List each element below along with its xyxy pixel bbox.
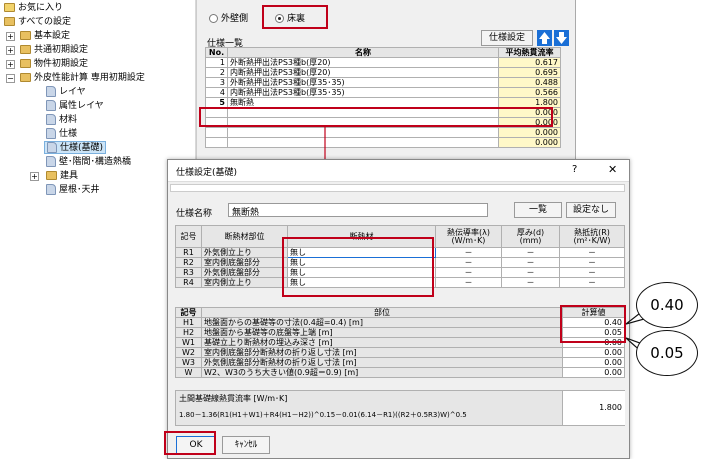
tree-item-roof[interactable]: 屋根･天井 xyxy=(46,184,100,197)
document-icon xyxy=(46,128,56,139)
col-value: 平均熱貫流率 xyxy=(498,47,561,58)
tree-item-property[interactable]: + 物件初期設定 xyxy=(6,58,88,71)
table-row[interactable]: 1 外断熱押出法PS3種b(厚20) 0.617 xyxy=(205,57,561,68)
help-button[interactable]: ? xyxy=(572,164,577,175)
close-icon[interactable]: ✕ xyxy=(608,163,617,176)
document-icon xyxy=(46,114,56,125)
table-row: H2 地盤面から基礎等の底盤等上端 [m] 0.05 xyxy=(175,327,625,338)
table-row[interactable]: 3 外断熱押出法PS3種b(厚35･35) 0.488 xyxy=(205,77,561,88)
formula-block: 土間基礎線熱貫流率 [W/m･K] 1.80－1.36(R1(H1＋W1)＋R4… xyxy=(175,390,625,426)
no-setting-button[interactable]: 設定なし xyxy=(566,202,616,218)
table-row: W1 基礎立上り断熱材の埋込み深さ [m] 0.00 xyxy=(175,337,625,348)
folder-icon xyxy=(20,45,31,54)
formula-value: 1.800 xyxy=(562,391,625,425)
dimension-table: 記号 部位 計算値 H1 地盤面からの基礎等の寸法(0.4超=0.4) [m] … xyxy=(175,307,625,378)
tree-item-layer[interactable]: レイヤ xyxy=(46,86,86,99)
spec-name-label: 仕様名称 xyxy=(176,209,213,219)
table-row: W W2、W3のうち大きい値(0.9超＝0.9) [m] 0.00 xyxy=(175,367,625,378)
collapse-minus-icon[interactable]: − xyxy=(6,74,15,83)
folder-icon xyxy=(20,59,31,68)
table-row[interactable]: 0.000 xyxy=(205,137,561,148)
document-icon xyxy=(46,86,56,97)
tree-item-basic[interactable]: + 基本設定 xyxy=(6,30,70,43)
tree-item-envelope[interactable]: − 外皮性能計算 専用初期設定 xyxy=(6,72,145,85)
spec-list-table: No. 名称 平均熱貫流率 1 外断熱押出法PS3種b(厚20) 0.617 2… xyxy=(205,47,561,148)
table-row[interactable]: 0.000 xyxy=(205,127,561,138)
formula-text: 1.80－1.36(R1(H1＋W1)＋R4(H1－H2))^0.15－0.01… xyxy=(179,411,467,419)
document-icon xyxy=(47,142,57,153)
tree-item-spec-foundation[interactable]: 仕様(基礎) xyxy=(44,141,107,154)
folder-icon xyxy=(20,31,31,40)
highlight-calc-values xyxy=(560,305,626,343)
cancel-button[interactable]: ｷｬﾝｾﾙ xyxy=(222,436,270,454)
tree-item-material[interactable]: 材料 xyxy=(46,114,77,127)
spec-name-field[interactable]: 無断熱 xyxy=(228,203,488,218)
tree-item-wall[interactable]: 壁･階間･構造熱橋 xyxy=(46,156,131,169)
folder-open-icon xyxy=(20,73,31,82)
col-no: No. xyxy=(205,47,228,58)
tree-item-spec[interactable]: 仕様 xyxy=(46,128,77,141)
table-row-selected[interactable]: 5 無断熱 1.800 xyxy=(205,97,561,108)
folder-icon xyxy=(4,17,15,26)
table-row: W3 外気側底盤部分断熱材の折り返し寸法 [m] 0.00 xyxy=(175,357,625,368)
table-row: W2 室内側底盤部分断熱材の折り返し寸法 [m] 0.00 xyxy=(175,347,625,358)
tree-item-all-settings[interactable]: すべての設定 xyxy=(4,16,71,29)
expand-plus-icon[interactable]: + xyxy=(6,46,15,55)
callout-value-bottom: 0.05 xyxy=(636,330,698,376)
folder-icon xyxy=(46,171,57,180)
document-icon xyxy=(46,100,56,111)
document-icon xyxy=(46,156,56,167)
dialog-title: 仕様設定(基礎) xyxy=(176,168,238,178)
tree-item-attr-layer[interactable]: 属性レイヤ xyxy=(46,100,104,113)
list-button[interactable]: 一覧 xyxy=(514,202,562,218)
star-folder-icon xyxy=(4,3,15,12)
radio-icon xyxy=(209,14,218,23)
highlight-ok-button xyxy=(164,431,216,455)
highlight-floor-back xyxy=(262,5,328,29)
dialog-title-bar: 仕様設定(基礎) ? ✕ xyxy=(168,160,629,182)
table-row: H1 地盤面からの基礎等の寸法(0.4超=0.4) [m] 0.40 xyxy=(175,317,625,328)
tree-item-fittings[interactable]: + 建具 xyxy=(30,170,78,183)
spec-panel: 外壁側 床裏 仕様一覧 仕様設定 No. 名称 平均熱貫流率 1 外断熱押出法P… xyxy=(196,0,576,170)
table-row[interactable]: 4 内断熱押出法PS3種b(厚35･35) 0.566 xyxy=(205,87,561,98)
document-icon xyxy=(46,184,56,195)
radio-outer-wall[interactable]: 外壁側 xyxy=(209,11,248,24)
highlight-insulation-column xyxy=(282,237,434,297)
callout-value-top: 0.40 xyxy=(636,282,698,328)
move-down-icon[interactable] xyxy=(554,30,569,46)
dialog-toolbar-strip xyxy=(170,184,625,192)
spec-settings-button[interactable]: 仕様設定 xyxy=(481,30,533,46)
expand-plus-icon[interactable]: + xyxy=(30,172,39,181)
expand-plus-icon[interactable]: + xyxy=(6,60,15,69)
col-name: 名称 xyxy=(227,47,499,58)
table-row[interactable]: 2 内断熱押出法PS3種b(厚20) 0.695 xyxy=(205,67,561,78)
formula-title: 土間基礎線熱貫流率 [W/m･K] xyxy=(179,394,288,403)
move-up-icon[interactable] xyxy=(537,30,552,46)
tree-item-common[interactable]: + 共通初期設定 xyxy=(6,44,88,57)
highlight-row-5 xyxy=(199,107,553,127)
expand-plus-icon[interactable]: + xyxy=(6,32,15,41)
tree-item-favorites[interactable]: お気に入り xyxy=(4,2,63,15)
